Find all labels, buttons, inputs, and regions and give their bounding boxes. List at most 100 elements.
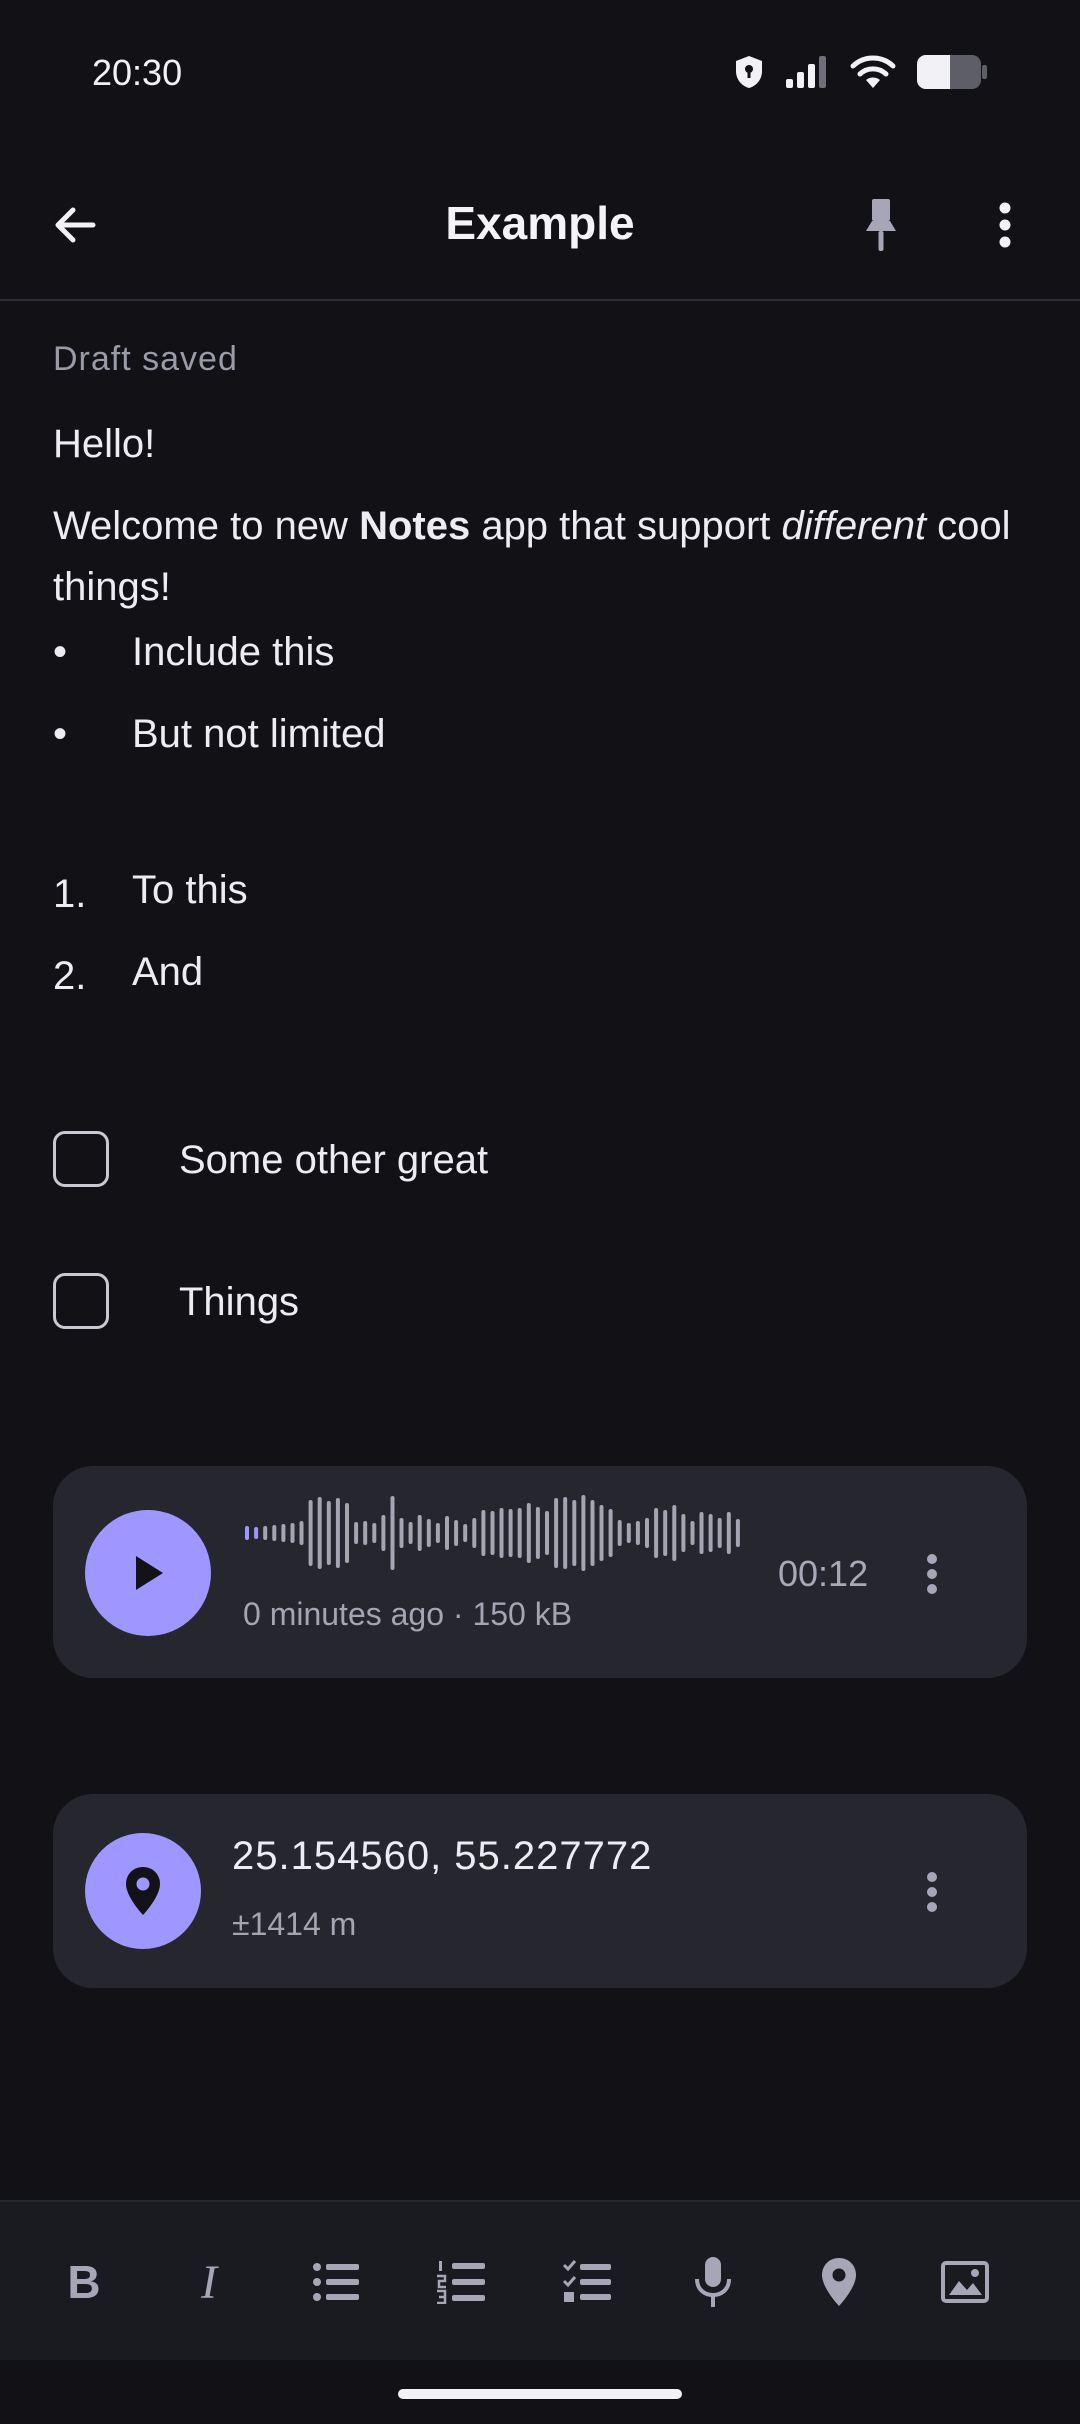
- bullet-item-text[interactable]: But not limited: [132, 712, 385, 757]
- waveform-bar: [563, 1497, 568, 1569]
- audio-meta: 0 minutes ago · 150 kB: [243, 1596, 573, 1632]
- checklist-item-text[interactable]: Things: [179, 1280, 299, 1325]
- waveform-bar: [635, 1521, 640, 1545]
- waveform-bar: [454, 1520, 459, 1546]
- draft-status: Draft saved: [53, 340, 238, 378]
- more-vertical-icon: [927, 1872, 937, 1912]
- bullet-marker: •: [53, 712, 68, 756]
- checklist-icon: [562, 2260, 611, 2302]
- waveform-bar: [263, 1526, 268, 1540]
- waveform-bar: [417, 1515, 422, 1551]
- waveform-bar: [672, 1505, 677, 1561]
- waveform-bar: [372, 1523, 377, 1543]
- waveform-bar: [399, 1518, 404, 1548]
- signal-icon: [786, 56, 826, 88]
- waveform-bar: [472, 1518, 477, 1548]
- waveform-bar: [254, 1527, 259, 1539]
- note-paragraph-welcome[interactable]: Welcome to new Notes app that support di…: [53, 496, 1033, 618]
- more-options-button[interactable]: [960, 180, 1050, 270]
- numbered-item-text[interactable]: To this: [132, 868, 248, 913]
- welcome-text-2: app that support: [470, 504, 782, 548]
- checklist-checkbox[interactable]: [53, 1273, 109, 1329]
- waveform-bar: [626, 1523, 631, 1543]
- location-button[interactable]: [85, 1833, 201, 1949]
- bulleted-list-button[interactable]: [294, 2240, 378, 2324]
- checklist-button[interactable]: [545, 2240, 629, 2324]
- location-accuracy: ±1414 m: [232, 1906, 357, 1942]
- waveform-bar: [599, 1505, 604, 1561]
- image-icon: [941, 2261, 989, 2303]
- waveform-bar: [617, 1520, 622, 1546]
- waveform-bar: [354, 1522, 359, 1544]
- waveform-bar: [508, 1509, 513, 1557]
- play-icon: [136, 1556, 163, 1590]
- image-button[interactable]: [923, 2240, 1007, 2324]
- location-toolbar-button[interactable]: [797, 2240, 881, 2324]
- numbered-list-icon: [437, 2261, 485, 2304]
- waveform-bar: [535, 1507, 540, 1559]
- waveform-bar: [308, 1500, 313, 1566]
- waveform-bar: [499, 1508, 504, 1558]
- italic-button[interactable]: I: [167, 2240, 251, 2324]
- bold-button[interactable]: B: [42, 2240, 126, 2324]
- audio-more-button[interactable]: [900, 1534, 964, 1614]
- home-indicator[interactable]: [398, 2389, 682, 2399]
- waveform-bar: [281, 1524, 286, 1542]
- location-pin-icon: [126, 1867, 160, 1915]
- waveform-bar: [335, 1498, 340, 1568]
- numbered-item-text[interactable]: And: [132, 950, 203, 995]
- play-button[interactable]: [85, 1510, 211, 1636]
- waveform-bar: [717, 1518, 722, 1548]
- waveform-bar: [299, 1521, 304, 1545]
- more-vertical-icon: [999, 202, 1011, 248]
- waveform-bar: [572, 1500, 577, 1566]
- microphone-icon: [695, 2257, 731, 2307]
- welcome-text-bold: Notes: [359, 504, 471, 548]
- numbered-list-button[interactable]: [419, 2240, 503, 2324]
- waveform-bar: [699, 1512, 704, 1554]
- waveform-bar: [426, 1519, 431, 1547]
- microphone-button[interactable]: [671, 2240, 755, 2324]
- bullet-marker: •: [53, 630, 68, 674]
- shield-lock-icon: [736, 56, 762, 88]
- bullet-item-text[interactable]: Include this: [132, 630, 334, 675]
- wifi-icon: [850, 55, 896, 88]
- waveform-bar: [708, 1514, 713, 1552]
- waveform-bar: [690, 1521, 695, 1545]
- waveform-bar: [654, 1508, 659, 1558]
- status-time: 20:30: [92, 52, 183, 93]
- waveform-bar: [735, 1519, 740, 1547]
- location-more-button[interactable]: [900, 1852, 964, 1932]
- battery-icon: [917, 55, 987, 89]
- checklist-item-text[interactable]: Some other great: [179, 1138, 488, 1183]
- waveform-bar: [726, 1512, 731, 1554]
- waveform-bar: [481, 1510, 486, 1556]
- waveform-bar: [317, 1497, 322, 1569]
- status-icons: [734, 54, 988, 90]
- waveform-bar: [545, 1511, 549, 1555]
- numbered-marker: 2.: [53, 954, 87, 998]
- waveform-bar: [345, 1503, 349, 1563]
- waveform-bar: [581, 1495, 586, 1571]
- pin-icon: [866, 199, 896, 251]
- waveform-bar: [445, 1516, 449, 1550]
- welcome-text-italic: different: [781, 504, 927, 548]
- waveform-bar: [245, 1526, 249, 1540]
- audio-duration: 00:12: [778, 1553, 869, 1594]
- header-divider: [0, 299, 1080, 301]
- numbered-marker: 1.: [53, 872, 87, 916]
- waveform-bar: [490, 1511, 495, 1555]
- location-pin-icon: [822, 2258, 856, 2306]
- more-vertical-icon: [927, 1554, 937, 1594]
- location-coordinates: 25.154560, 55.227772: [232, 1834, 653, 1878]
- waveform-bar: [381, 1515, 386, 1551]
- note-line-hello[interactable]: Hello!: [53, 422, 155, 467]
- audio-waveform[interactable]: [244, 1494, 744, 1572]
- waveform-bar: [681, 1514, 686, 1552]
- waveform-bar: [408, 1522, 413, 1544]
- pin-button[interactable]: [836, 180, 926, 270]
- waveform-bar: [463, 1524, 468, 1542]
- waveform-bar: [326, 1501, 331, 1565]
- waveform-bar: [435, 1523, 440, 1543]
- checklist-checkbox[interactable]: [53, 1131, 109, 1187]
